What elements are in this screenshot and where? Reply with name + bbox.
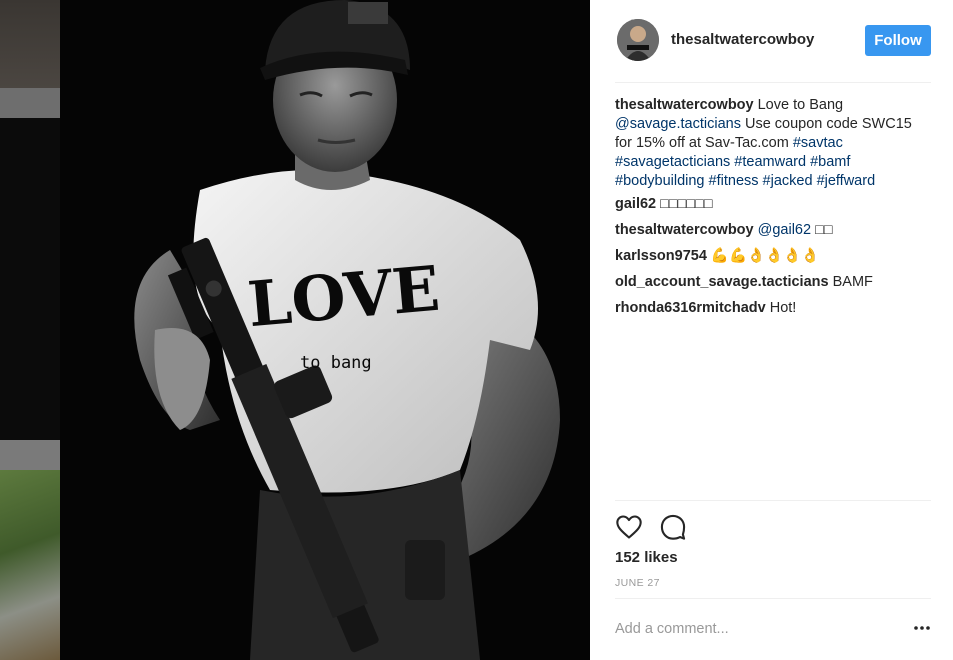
hashtag[interactable]: #savagetacticians: [615, 154, 730, 170]
hashtag[interactable]: #bodybuilding: [615, 173, 705, 189]
comments-list: thesaltwatercowboy Love to Bang @savage.…: [615, 96, 931, 325]
divider: [615, 500, 931, 501]
post-photo-illustration: LOVE to bang: [60, 0, 590, 660]
avatar-image: [617, 19, 659, 61]
caption-text: Love to Bang: [753, 97, 844, 113]
ellipsis-icon-graphic: [914, 626, 930, 630]
heart-outline-icon[interactable]: [615, 513, 643, 541]
hashtag[interactable]: #bamf: [810, 154, 850, 170]
comment-username[interactable]: rhonda6316rmitchadv: [615, 300, 766, 316]
comment-username[interactable]: gail62: [615, 196, 656, 212]
post-actions: [615, 513, 715, 541]
post-header: thesaltwatercowboy Follow: [590, 0, 953, 82]
hashtag[interactable]: #jeffward: [817, 173, 876, 189]
post-details-panel: thesaltwatercowboy Follow thesaltwaterco…: [590, 0, 953, 660]
background-image-bottom: [0, 470, 60, 660]
speech-bubble-icon-graphic: [660, 514, 686, 540]
ellipsis-icon[interactable]: [912, 618, 932, 638]
comment-username[interactable]: old_account_savage.tacticians: [615, 274, 829, 290]
comment-item: old_account_savage.tacticians BAMF: [615, 273, 931, 292]
divider: [615, 82, 931, 83]
hashtag[interactable]: #teamward: [734, 154, 806, 170]
comment-username[interactable]: karlsson9754: [615, 248, 707, 264]
post-username[interactable]: thesaltwatercowboy: [671, 31, 814, 48]
heart-outline-icon-graphic: [616, 515, 642, 539]
shirt-print-tagline: to bang: [300, 353, 372, 373]
follow-button[interactable]: Follow: [865, 25, 931, 56]
caption: thesaltwatercowboy Love to Bang @savage.…: [615, 96, 931, 191]
comment-item: gail62 □□□□□□: [615, 195, 931, 214]
comment-text: Hot!: [765, 300, 797, 316]
comment-username[interactable]: thesaltwatercowboy: [615, 222, 754, 238]
add-comment-input[interactable]: [615, 618, 895, 640]
comment-item: thesaltwatercowboy @gail62 □□: [615, 221, 931, 240]
comment-text: □□□□□□: [656, 196, 713, 212]
divider: [615, 598, 931, 599]
background-feed-strip: [0, 0, 60, 660]
comment-text: 💪💪👌👌👌👌: [706, 248, 820, 264]
comment-item: rhonda6316rmitchadv Hot!: [615, 299, 931, 318]
caption-username[interactable]: thesaltwatercowboy: [615, 97, 754, 113]
hashtag[interactable]: #fitness: [709, 173, 759, 189]
comment-text: □□: [811, 222, 833, 238]
comment-text: BAMF: [828, 274, 873, 290]
speech-bubble-icon[interactable]: [659, 513, 687, 541]
likes-count[interactable]: 152 likes: [615, 549, 678, 566]
comment-mention[interactable]: @gail62: [758, 222, 811, 238]
comment-item: karlsson9754 💪💪👌👌👌👌: [615, 247, 931, 266]
hashtag[interactable]: #savtac: [793, 135, 843, 151]
hashtag[interactable]: #jacked: [763, 173, 813, 189]
caption-mention[interactable]: @savage.tacticians: [615, 116, 741, 132]
avatar[interactable]: [617, 19, 659, 61]
background-divider: [0, 88, 60, 118]
background-image-top: [0, 0, 60, 88]
post-photo[interactable]: LOVE to bang: [60, 0, 590, 660]
background-image-middle: [0, 118, 60, 440]
post-date: JUNE 27: [615, 577, 660, 589]
background-divider: [0, 440, 60, 470]
